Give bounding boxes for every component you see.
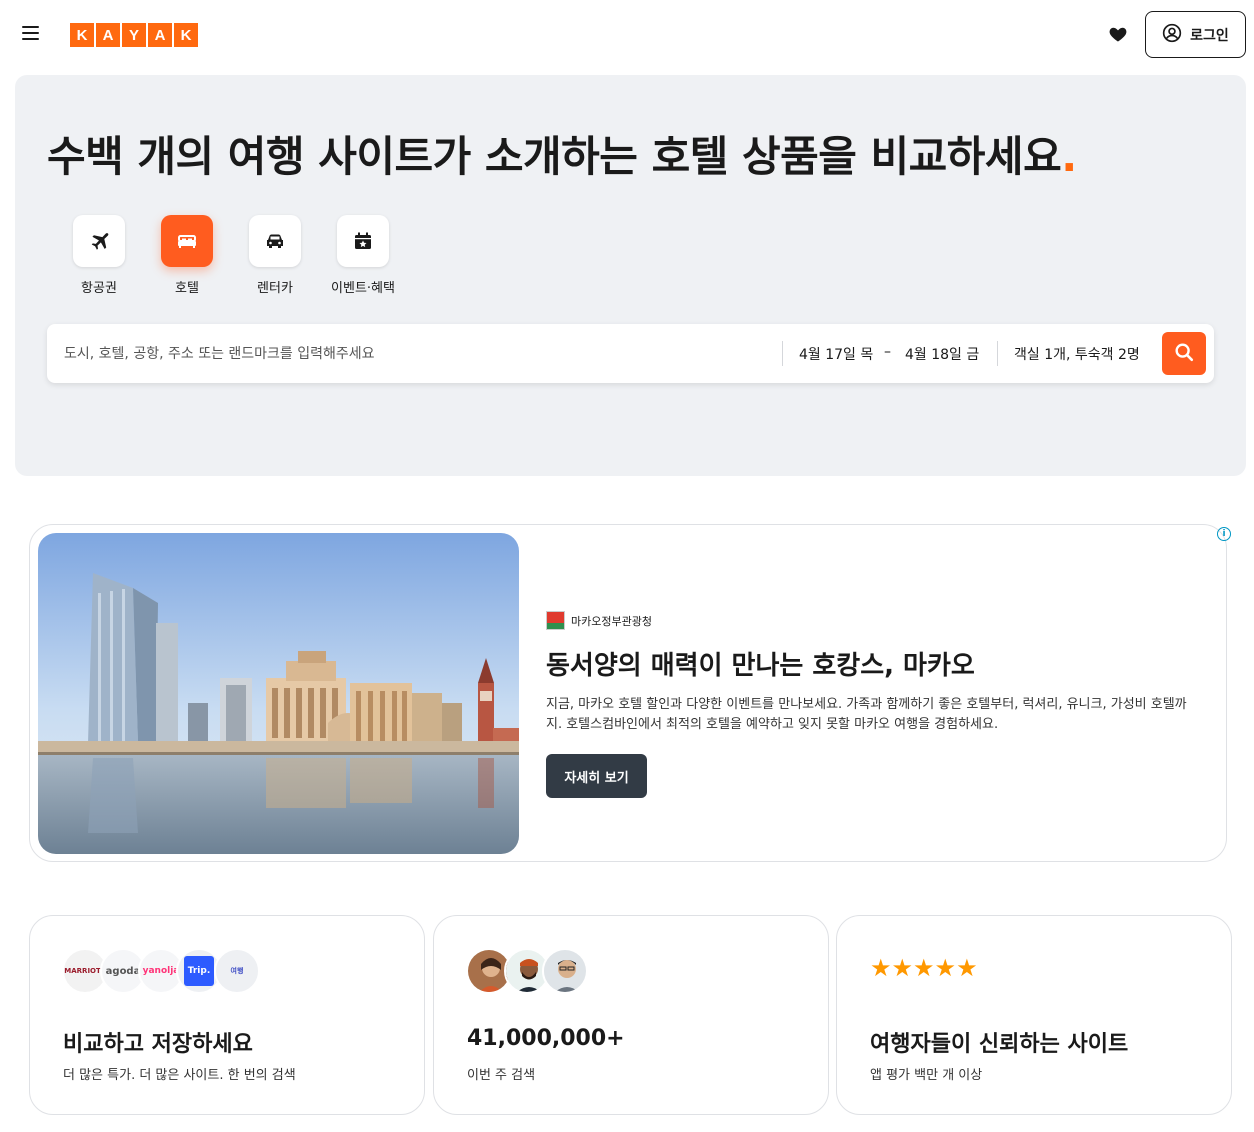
menu-icon[interactable] [22, 26, 44, 44]
logo-letter: K [174, 23, 198, 47]
hotel-search-bar: 4월 17일 목 – 4월 18일 금 객실 1개, 투숙객 2명 [47, 324, 1214, 383]
search-button[interactable] [1162, 332, 1206, 375]
feature-card-compare: MARRIOTT agoda yanolja Trip. 여행 비교하고 저장하… [29, 915, 425, 1115]
tab-flights[interactable]: 항공권 [55, 215, 143, 296]
login-label: 로그인 [1190, 27, 1229, 44]
tab-cars[interactable]: 렌터카 [231, 215, 319, 296]
trip-logo-text: Trip. [184, 956, 214, 986]
page-title-text: 수백 개의 여행 사이트가 소개하는 호텔 상품을 비교하세요 [47, 132, 1062, 181]
logo-letter: A [96, 23, 120, 47]
tab-hotels[interactable]: 호텔 [143, 215, 231, 296]
ad-info-icon[interactable]: i [1217, 527, 1231, 541]
logo-letter: Y [122, 23, 146, 47]
divider [997, 341, 998, 366]
hero-section: 수백 개의 여행 사이트가 소개하는 호텔 상품을 비교하세요. 항공권 호텔 … [15, 75, 1246, 476]
check-out-date[interactable]: 4월 18일 금 [905, 324, 979, 383]
ad-details-button[interactable]: 자세히 보기 [546, 754, 647, 798]
destination-input[interactable] [64, 324, 764, 383]
feature-subtitle: 이번 주 검색 [467, 1068, 536, 1083]
feature-subtitle: 앱 평가 백만 개 이상 [870, 1068, 983, 1083]
page-title: 수백 개의 여행 사이트가 소개하는 호텔 상품을 비교하세요. [47, 123, 1077, 184]
ad-description: 지금, 마카오 호텔 할인과 다양한 이벤트를 만나보세요. 가족과 함께하기 … [546, 697, 1187, 732]
car-icon [249, 215, 301, 267]
calendar-star-icon [337, 215, 389, 267]
avatar [542, 948, 588, 994]
tab-cars-label: 렌터카 [257, 281, 293, 296]
feature-title: 여행자들이 신뢰하는 사이트 [870, 1032, 1129, 1057]
tab-flights-label: 항공권 [81, 281, 117, 296]
plane-icon [73, 215, 125, 267]
search-icon [1173, 341, 1195, 367]
check-in-date[interactable]: 4월 17일 목 [799, 324, 873, 383]
heart-icon[interactable] [1108, 24, 1130, 46]
partner-logos: MARRIOTT agoda yanolja Trip. 여행 [62, 948, 260, 994]
macau-hotel-image[interactable] [38, 533, 519, 854]
logo-letter: K [70, 23, 94, 47]
guests-selector[interactable]: 객실 1개, 투숙객 2명 [1014, 324, 1140, 383]
rating-stars: ★★★★★ [870, 954, 978, 982]
title-dot: . [1061, 132, 1077, 181]
ad-title: 동서양의 매력이 만나는 호캉스, 마카오 [546, 651, 975, 681]
macau-tourism-logo [546, 611, 565, 630]
logo-letter: A [148, 23, 172, 47]
ad-card[interactable]: i 마카오정부관광청 동서양의 매력이 만나는 호캉스, 마카오 지금, 마카오… [29, 524, 1231, 862]
divider [782, 341, 783, 366]
search-count: 41,000,000+ [467, 1026, 625, 1051]
traveler-avatars [466, 948, 588, 994]
feature-card-trust: ★★★★★ 여행자들이 신뢰하는 사이트 앱 평가 백만 개 이상 [836, 915, 1232, 1115]
bed-icon [161, 215, 213, 267]
feature-subtitle: 더 많은 특가. 더 많은 사이트. 한 번의 검색 [63, 1068, 296, 1083]
ad-brand: 마카오정부관광청 [546, 611, 652, 630]
date-separator: – [884, 344, 891, 360]
login-button[interactable]: 로그인 [1145, 11, 1246, 58]
top-header: K A Y A K 로그인 [0, 0, 1254, 70]
category-tabs: 항공권 호텔 렌터카 이벤트·혜택 [55, 215, 407, 296]
feature-title: 비교하고 저장하세요 [63, 1032, 253, 1057]
feature-card-searches: 41,000,000+ 이번 주 검색 [433, 915, 829, 1115]
travel-logo: 여행 [214, 948, 260, 994]
tab-events[interactable]: 이벤트·혜택 [319, 215, 407, 296]
kayak-logo[interactable]: K A Y A K [70, 23, 198, 47]
ad-brand-name: 마카오정부관광청 [571, 614, 652, 628]
tab-events-label: 이벤트·혜택 [331, 281, 395, 296]
user-icon [1162, 23, 1182, 47]
tab-hotels-label: 호텔 [175, 281, 199, 296]
